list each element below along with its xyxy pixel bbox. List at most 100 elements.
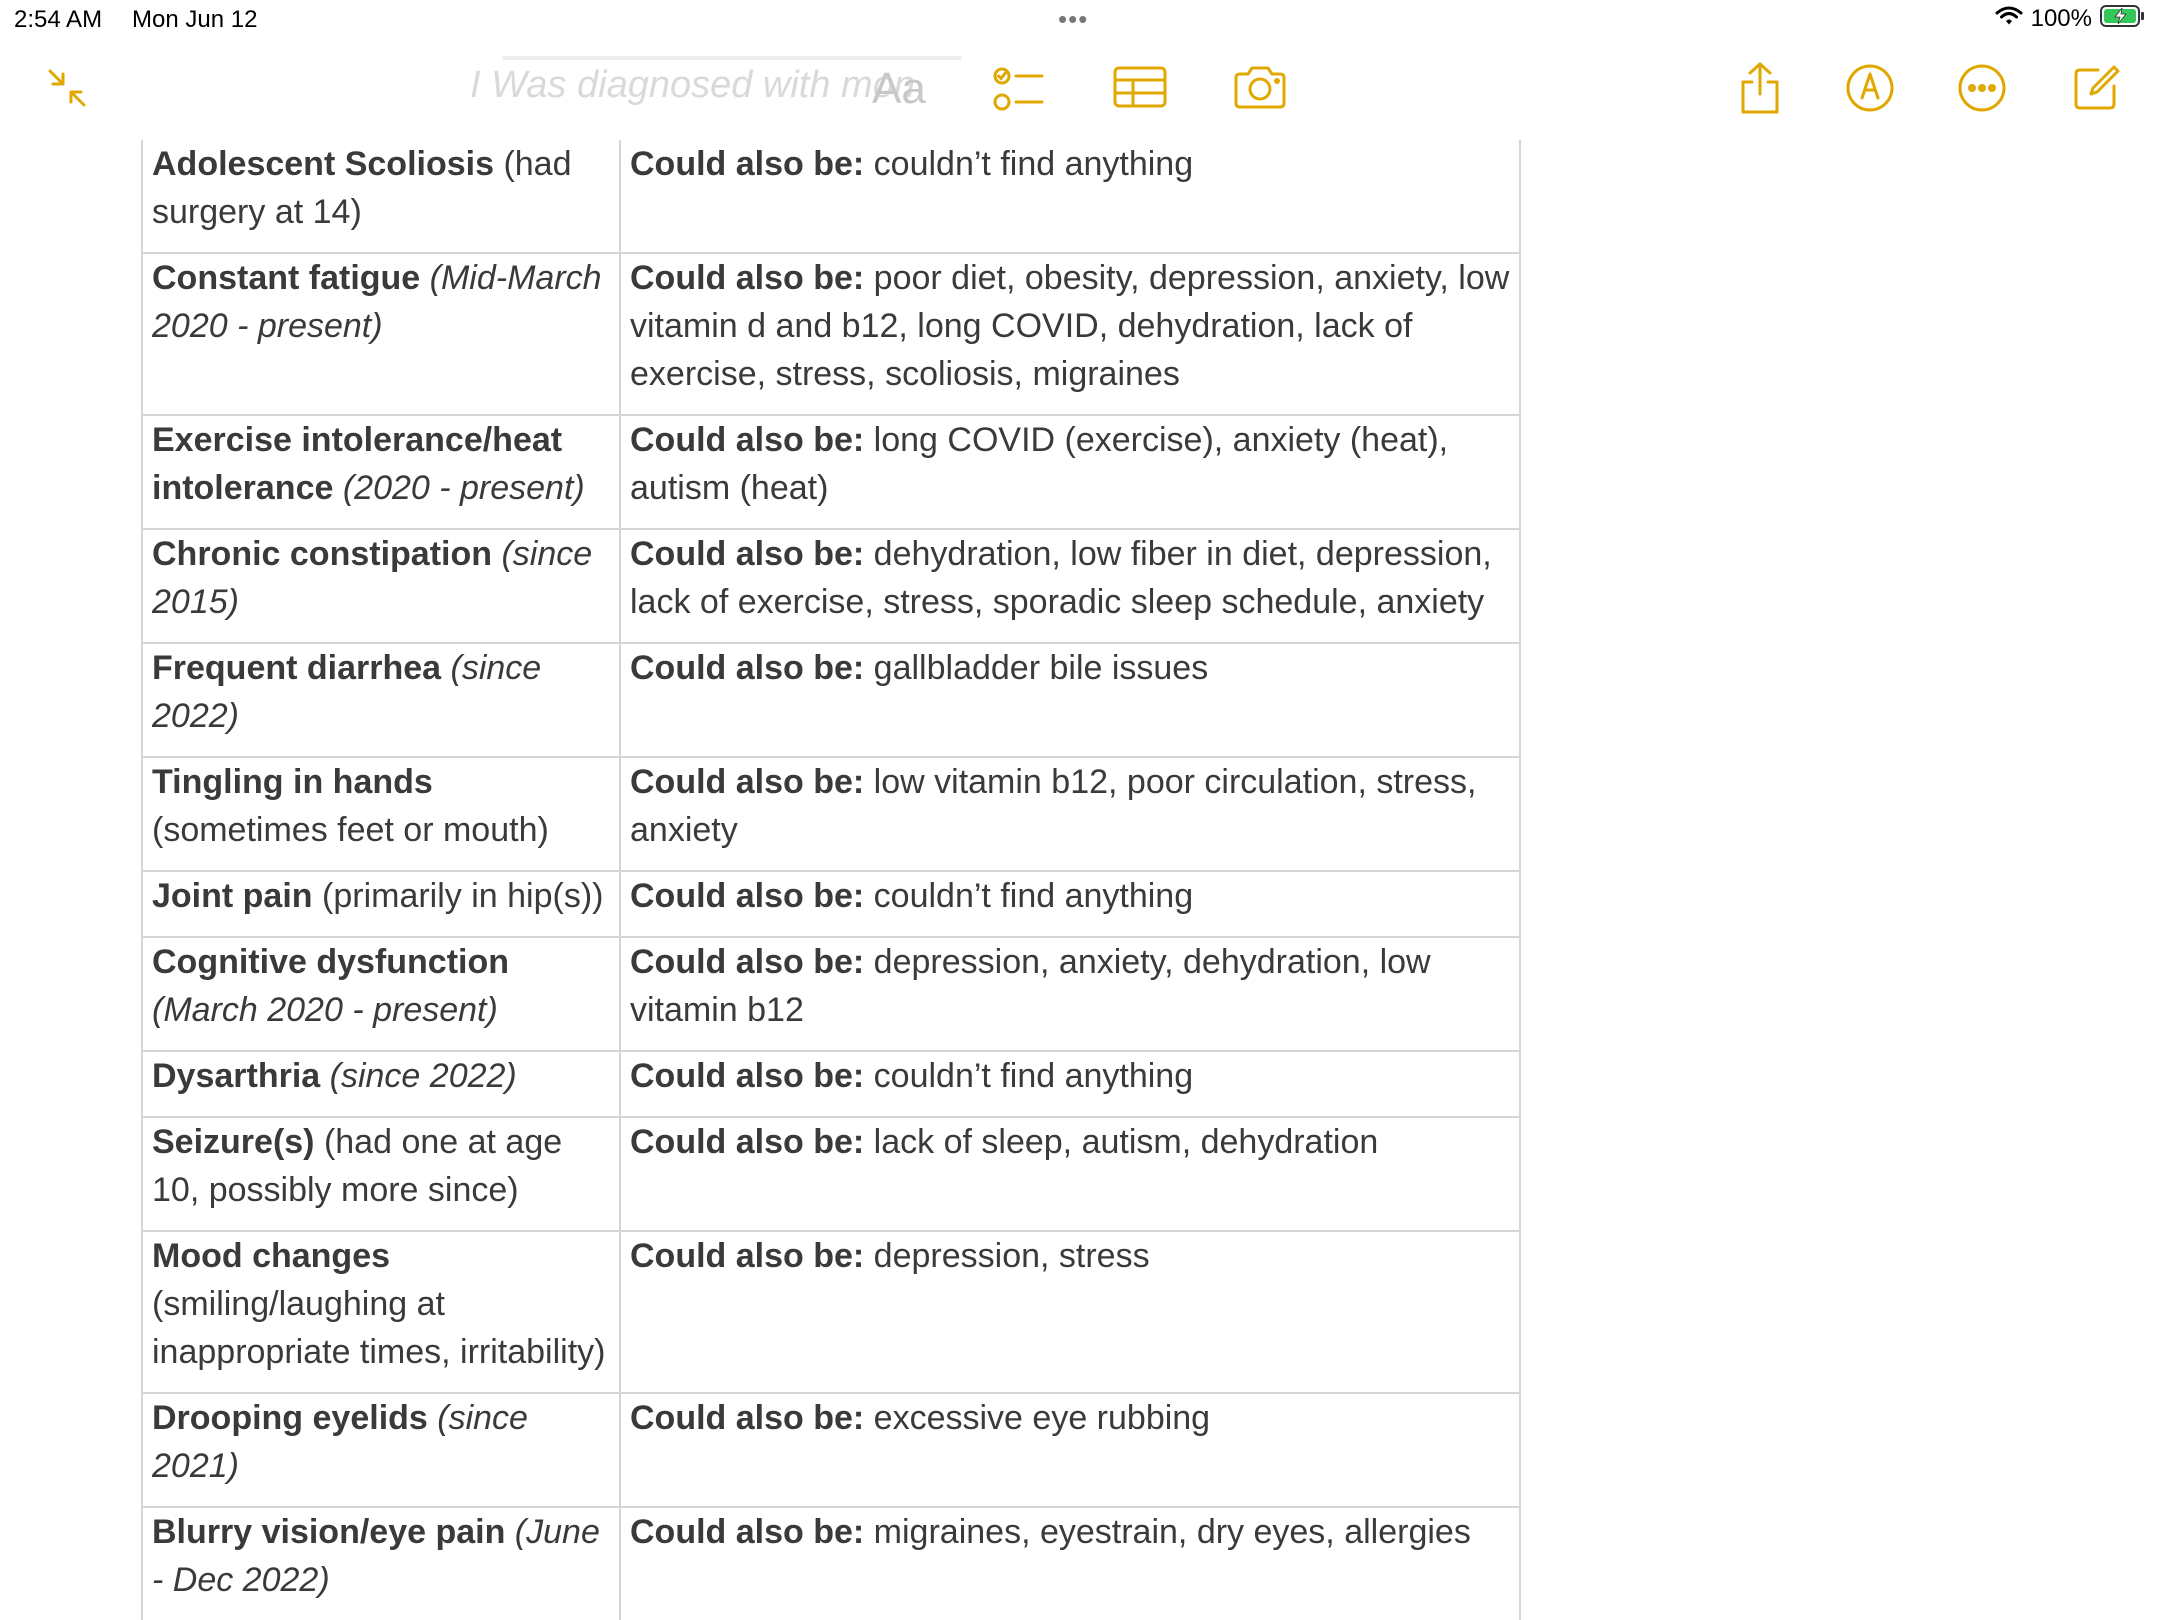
symptom-note: (March 2020 - present) bbox=[152, 991, 498, 1029]
symptom-note: (primarily in hip(s)) bbox=[312, 877, 604, 915]
symptom-cell[interactable]: Joint pain (primarily in hip(s)) bbox=[141, 870, 621, 938]
symptom-cell[interactable]: Drooping eyelids (since 2021) bbox=[141, 1392, 621, 1508]
could-also-be-label: Could also be: bbox=[630, 259, 865, 297]
symptom-cell[interactable]: Frequent diarrhea (since 2022) bbox=[141, 642, 621, 758]
more-button[interactable] bbox=[1950, 58, 2014, 122]
alternatives-cell[interactable]: Could also be: low vitamin b12, poor cir… bbox=[619, 756, 1521, 872]
symptom-name: Mood changes bbox=[152, 1237, 391, 1275]
table-row[interactable]: Drooping eyelids (since 2021) Could also … bbox=[141, 1392, 1521, 1508]
alternatives-text: couldn’t find anything bbox=[864, 1057, 1194, 1095]
symptom-note: (sometimes feet or mouth) bbox=[152, 811, 549, 849]
symptom-cell[interactable]: Dysarthria (since 2022) bbox=[141, 1050, 621, 1118]
symptom-note: (since 2022) bbox=[320, 1057, 517, 1095]
alternatives-cell[interactable]: Could also be: gallbladder bile issues bbox=[619, 642, 1521, 758]
could-also-be-label: Could also be: bbox=[630, 1237, 865, 1275]
alternatives-text: migraines, eyestrain, dry eyes, allergie… bbox=[864, 1513, 1471, 1551]
battery-charging-icon bbox=[2100, 4, 2146, 33]
symptom-name: Joint pain bbox=[152, 877, 313, 915]
symptom-name: Cognitive dysfunction bbox=[152, 943, 509, 981]
symptom-name: Frequent diarrhea bbox=[152, 649, 442, 687]
could-also-be-label: Could also be: bbox=[630, 877, 865, 915]
alternatives-cell[interactable]: Could also be: couldn’t find anything bbox=[619, 870, 1521, 938]
could-also-be-label: Could also be: bbox=[630, 145, 865, 183]
camera-icon bbox=[1232, 65, 1288, 116]
symptom-name: Chronic constipation bbox=[152, 535, 492, 573]
symptom-note: (smiling/laughing at inappropriate times… bbox=[152, 1285, 606, 1371]
could-also-be-label: Could also be: bbox=[630, 1123, 865, 1161]
symptom-name: Dysarthria bbox=[152, 1057, 321, 1095]
symptom-cell[interactable]: Exercise intolerance/heat intolerance (2… bbox=[141, 414, 621, 530]
alternatives-cell[interactable]: Could also be: migraines, eyestrain, dry… bbox=[619, 1506, 1521, 1620]
symptom-note: (2020 - present) bbox=[333, 469, 585, 507]
notes-app: 2:54 AM Mon Jun 12 ••• 100% I Was diagno… bbox=[0, 0, 2160, 1620]
symptom-name: Adolescent Scoliosis bbox=[152, 145, 494, 183]
compose-button[interactable] bbox=[2064, 58, 2128, 122]
table-row[interactable]: Cognitive dysfunction (March 2020 - pres… bbox=[141, 936, 1521, 1052]
symptom-cell[interactable]: Cognitive dysfunction (March 2020 - pres… bbox=[141, 936, 621, 1052]
symptom-cell[interactable]: Chronic constipation (since 2015) bbox=[141, 528, 621, 644]
table-row[interactable]: Blurry vision/eye pain (June - Dec 2022)… bbox=[141, 1506, 1521, 1620]
alternatives-cell[interactable]: Could also be: depression, stress bbox=[619, 1230, 1521, 1394]
battery-percent: 100% bbox=[2030, 4, 2092, 32]
could-also-be-label: Could also be: bbox=[630, 535, 865, 573]
alternatives-cell[interactable]: Could also be: depression, anxiety, dehy… bbox=[619, 936, 1521, 1052]
alternatives-cell[interactable]: Could also be: couldn’t find anything bbox=[619, 140, 1521, 254]
checklist-button[interactable] bbox=[988, 60, 1052, 124]
table-row[interactable]: Seizure(s) (had one at age 10, possibly … bbox=[141, 1116, 1521, 1232]
markup-button[interactable] bbox=[1838, 58, 1902, 122]
status-date: Mon Jun 12 bbox=[132, 6, 258, 33]
table-row[interactable]: Frequent diarrhea (since 2022) Could also… bbox=[141, 642, 1521, 758]
table-row[interactable]: Chronic constipation (since 2015) Could a… bbox=[141, 528, 1521, 644]
collapse-icon bbox=[42, 63, 92, 118]
symptom-name: Seizure(s) bbox=[152, 1123, 315, 1161]
alternatives-text: lack of sleep, autism, dehydration bbox=[864, 1123, 1379, 1161]
table-row[interactable]: Adolescent Scoliosis (had surgery at 14)… bbox=[141, 140, 1521, 254]
symptom-name: Constant fatigue bbox=[152, 259, 421, 297]
symptom-name: Drooping eyelids bbox=[152, 1399, 428, 1437]
checklist-icon bbox=[992, 64, 1048, 121]
alternatives-cell[interactable]: Could also be: lack of sleep, autism, de… bbox=[619, 1116, 1521, 1232]
table-row[interactable]: Mood changes (smiling/laughing at inappr… bbox=[141, 1230, 1521, 1394]
alternatives-text: couldn’t find anything bbox=[864, 145, 1194, 183]
table-row[interactable]: Dysarthria (since 2022) Could also be: co… bbox=[141, 1050, 1521, 1118]
camera-button[interactable] bbox=[1228, 58, 1292, 122]
format-button[interactable]: Aa bbox=[872, 64, 926, 114]
alternatives-cell[interactable]: Could also be: dehydration, low fiber in… bbox=[619, 528, 1521, 644]
alternatives-text: couldn’t find anything bbox=[864, 877, 1194, 915]
symptom-name: Blurry vision/eye pain bbox=[152, 1513, 506, 1551]
markup-icon bbox=[1844, 62, 1896, 119]
symptom-name: Tingling in hands bbox=[152, 763, 433, 801]
collapse-button[interactable] bbox=[35, 58, 99, 122]
status-right: 100% bbox=[1995, 4, 2146, 33]
symptom-table-container: Adolescent Scoliosis (had surgery at 14)… bbox=[141, 140, 1521, 1620]
share-button[interactable] bbox=[1728, 58, 1792, 122]
table-row[interactable]: Exercise intolerance/heat intolerance (2… bbox=[141, 414, 1521, 530]
symptom-cell[interactable]: Tingling in hands (sometimes feet or mou… bbox=[141, 756, 621, 872]
symptom-cell[interactable]: Constant fatigue (Mid-March 2020 - prese… bbox=[141, 252, 621, 416]
alternatives-cell[interactable]: Could also be: couldn’t find anything bbox=[619, 1050, 1521, 1118]
table-row[interactable]: Joint pain (primarily in hip(s)) Could al… bbox=[141, 870, 1521, 938]
table-button[interactable] bbox=[1108, 58, 1172, 122]
alternatives-text: depression, stress bbox=[864, 1237, 1150, 1275]
note-toolbar: I Was diagnosed with mon Aa bbox=[0, 56, 2160, 126]
table-row[interactable]: Tingling in hands (sometimes feet or mou… bbox=[141, 756, 1521, 872]
symptom-cell[interactable]: Mood changes (smiling/laughing at inappr… bbox=[141, 1230, 621, 1394]
status-time: 2:54 AM bbox=[14, 6, 103, 33]
symptom-cell[interactable]: Adolescent Scoliosis (had surgery at 14) bbox=[141, 140, 621, 254]
could-also-be-label: Could also be: bbox=[630, 421, 865, 459]
alternatives-cell[interactable]: Could also be: long COVID (exercise), an… bbox=[619, 414, 1521, 530]
status-bar: 2:54 AM Mon Jun 12 ••• 100% bbox=[0, 0, 2160, 40]
share-icon bbox=[1737, 60, 1783, 121]
alternatives-cell[interactable]: Could also be: poor diet, obesity, depre… bbox=[619, 252, 1521, 416]
table-row[interactable]: Constant fatigue (Mid-March 2020 - prese… bbox=[141, 252, 1521, 416]
multitasking-dots-icon[interactable]: ••• bbox=[1058, 4, 1088, 35]
could-also-be-label: Could also be: bbox=[630, 1513, 865, 1551]
could-also-be-label: Could also be: bbox=[630, 1057, 865, 1095]
symptom-cell[interactable]: Seizure(s) (had one at age 10, possibly … bbox=[141, 1116, 621, 1232]
alternatives-cell[interactable]: Could also be: excessive eye rubbing bbox=[619, 1392, 1521, 1508]
alternatives-text: excessive eye rubbing bbox=[864, 1399, 1211, 1437]
symptom-table[interactable]: Adolescent Scoliosis (had surgery at 14)… bbox=[141, 140, 1521, 1620]
table-icon bbox=[1112, 65, 1168, 116]
alternatives-text: gallbladder bile issues bbox=[864, 649, 1209, 687]
symptom-cell[interactable]: Blurry vision/eye pain (June - Dec 2022) bbox=[141, 1506, 621, 1620]
